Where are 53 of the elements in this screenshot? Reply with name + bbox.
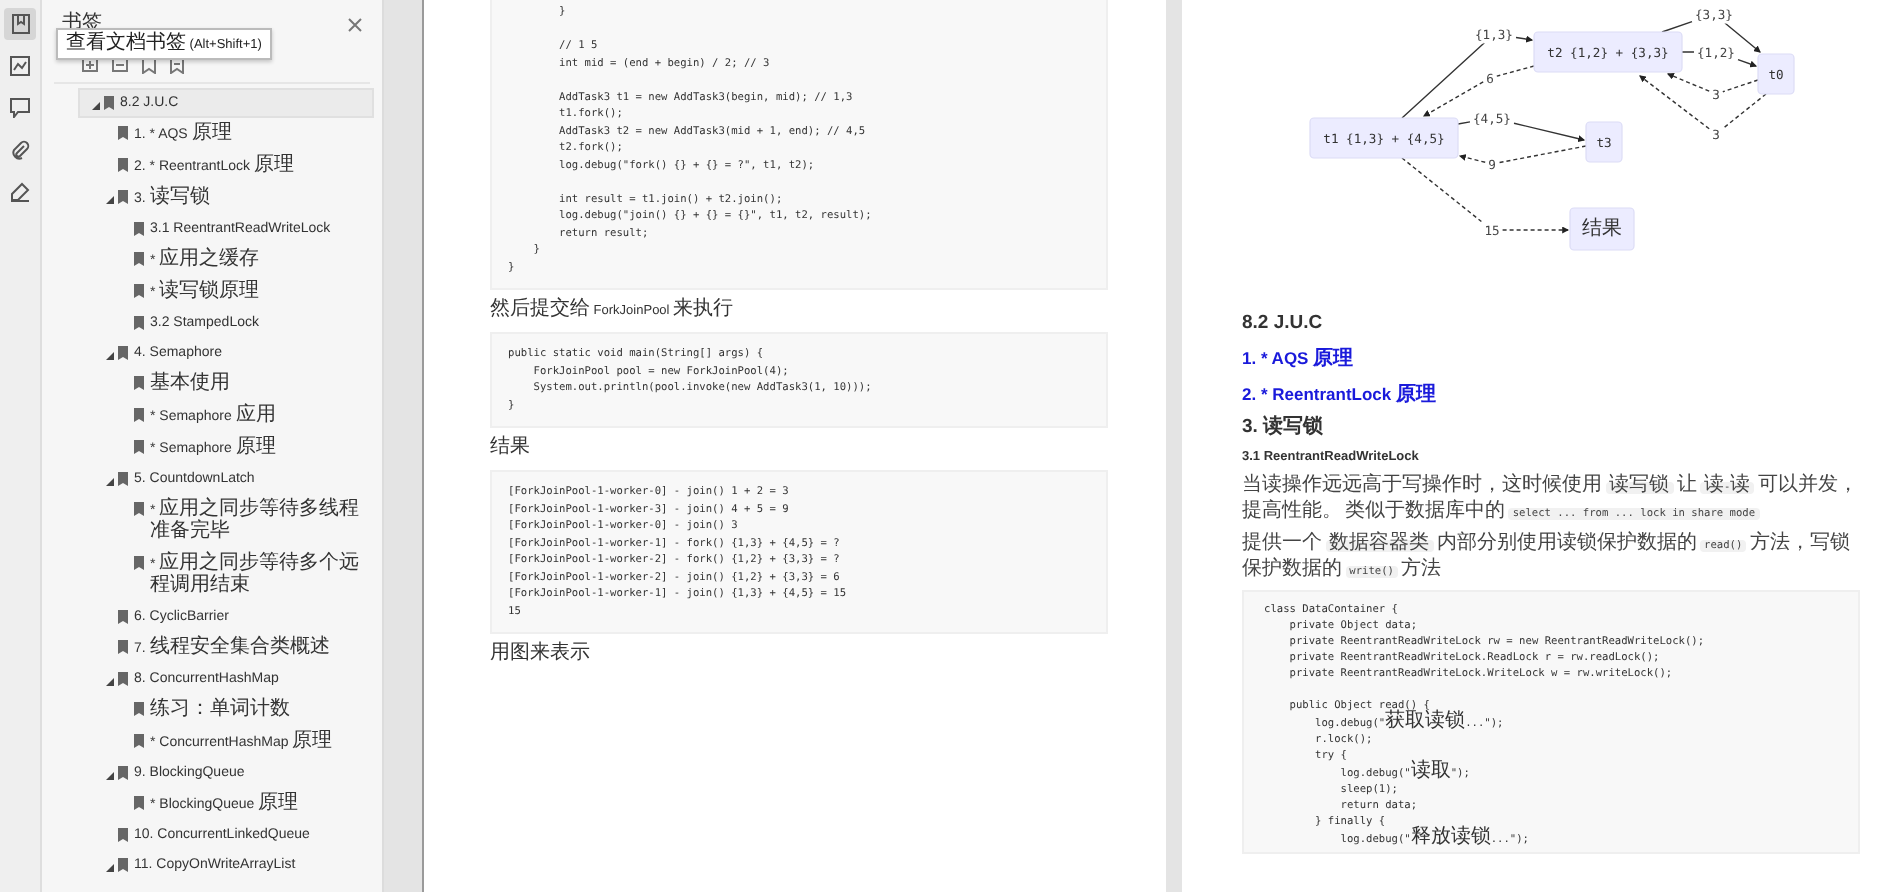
bookmarks-tab[interactable]	[4, 8, 36, 40]
bookmark-icon	[118, 610, 128, 624]
comment-icon	[10, 98, 30, 118]
bookmark-icon[interactable]	[170, 58, 184, 74]
bookmark-icon	[134, 408, 144, 422]
bookmark-icon	[134, 502, 144, 516]
paperclip-icon	[10, 140, 30, 160]
bookmark-icon	[118, 190, 128, 204]
expand-icon[interactable]	[106, 195, 114, 203]
paragraph: 用图来表示	[490, 644, 592, 666]
comments-tab[interactable]	[4, 92, 36, 124]
bookmark-icon	[118, 640, 128, 654]
bookmark-icon	[11, 14, 29, 34]
bookmark-icon	[134, 316, 144, 330]
collapse-icon[interactable]	[112, 58, 128, 72]
section-link[interactable]: 2. * ReentrantLock 原理	[1242, 384, 1436, 404]
expand-icon[interactable]	[106, 477, 114, 485]
bookmark-item[interactable]: 基本使用	[78, 368, 374, 400]
paragraph: 结果	[490, 438, 532, 460]
bookmark-icon	[134, 702, 144, 716]
bookmark-icon	[118, 858, 128, 872]
bookmark-icon	[118, 472, 128, 486]
expand-icon[interactable]	[106, 863, 114, 871]
thumbnails-icon	[10, 56, 30, 76]
bookmark-icon	[134, 284, 144, 298]
expand-icon[interactable]	[106, 771, 114, 779]
diagram-node: 结果	[1569, 207, 1635, 251]
section-link[interactable]: 1. * AQS 原理	[1242, 348, 1354, 368]
bookmark-icon	[118, 672, 128, 686]
bookmark-icon	[134, 556, 144, 570]
bookmark-item[interactable]: 练习：单词计数	[78, 694, 374, 726]
bookmark-icon	[118, 346, 128, 360]
bookmark-icon	[134, 796, 144, 810]
bookmark-icon	[134, 376, 144, 390]
expand-icon[interactable]	[106, 351, 114, 359]
bookmark-icon	[118, 158, 128, 172]
bookmark-icon	[134, 734, 144, 748]
section-heading: 3. 读写锁	[1242, 416, 1326, 440]
bookmark-icon	[118, 766, 128, 780]
bookmark-icon	[104, 96, 114, 110]
expand-icon[interactable]	[106, 677, 114, 685]
bookmark-icon	[134, 252, 144, 266]
section-heading: 8.2 J.U.C	[1242, 312, 1325, 336]
expand-icon[interactable]	[92, 101, 100, 109]
bookmark-icon	[118, 828, 128, 842]
expand-icon[interactable]	[82, 58, 98, 72]
bookmark-icon	[118, 126, 128, 140]
bookmark-icon[interactable]	[142, 58, 156, 74]
signature-icon	[10, 182, 30, 202]
bookmark-icon	[134, 222, 144, 236]
thumbnails-tab[interactable]	[4, 50, 36, 82]
close-icon[interactable]	[348, 17, 362, 31]
bookmark-icon	[134, 440, 144, 454]
